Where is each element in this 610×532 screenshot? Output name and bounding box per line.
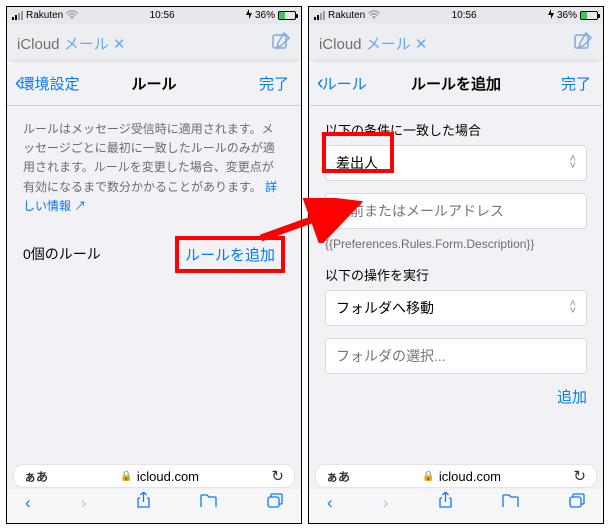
bookmarks-icon[interactable]: [502, 493, 519, 513]
background-app-header: iCloud メール ✕: [7, 24, 301, 62]
back-button[interactable]: ‹ ルール: [317, 72, 367, 95]
wifi-icon: [368, 10, 380, 22]
reload-icon[interactable]: ↻: [573, 467, 586, 485]
lock-icon: 🔒: [120, 471, 132, 482]
carrier-label: Rakuten: [328, 10, 365, 21]
condition-value-input[interactable]: [325, 193, 587, 229]
bg-title-prefix: iCloud: [319, 36, 366, 53]
bg-title-prefix: iCloud: [17, 36, 64, 53]
sheet-title: ルールを追加: [411, 73, 501, 94]
status-time: 10:56: [452, 10, 477, 21]
highlight-box-add-rule: ルールを追加: [175, 236, 285, 273]
rules-description: ルールはメッセージ受信時に適用されます。メッセージごとに最初に一致したルールのみ…: [23, 120, 285, 216]
background-app-header: iCloud メール ✕: [309, 24, 603, 62]
nav-forward-icon: ›: [81, 493, 87, 513]
status-bar: Rakuten 10:56 36%: [7, 7, 301, 24]
action-section-label: 以下の操作を実行: [325, 265, 587, 284]
screenshot-left: Rakuten 10:56 36% iCloud メール ✕ ‹ 環境設定: [6, 6, 302, 524]
battery-icon: [580, 11, 598, 20]
back-button[interactable]: ‹ 環境設定: [15, 72, 80, 95]
tabs-icon[interactable]: [267, 493, 283, 513]
wifi-icon: [66, 10, 78, 22]
nav-back-icon[interactable]: ‹: [25, 493, 31, 513]
back-label: ルール: [322, 73, 367, 94]
compose-icon[interactable]: [271, 31, 291, 56]
reload-icon[interactable]: ↻: [271, 467, 284, 485]
close-icon[interactable]: ✕: [113, 36, 126, 53]
compose-icon[interactable]: [573, 31, 593, 56]
select-arrows-icon: ˄˅: [570, 156, 576, 169]
bg-title-mail: メール: [64, 36, 109, 53]
done-button[interactable]: 完了: [561, 73, 591, 94]
condition-section-label: 以下の条件に一致した場合: [325, 120, 587, 139]
status-time: 10:56: [150, 10, 175, 21]
battery-percent: 36%: [255, 10, 275, 21]
sheet-header: ‹ 環境設定 ルール 完了: [7, 62, 301, 106]
select-arrows-icon: ˄˅: [570, 301, 576, 314]
sheet-body: 以下の条件に一致した場合 差出人 ˄˅ {{Preferences.Rules.…: [309, 106, 603, 490]
battery-percent: 36%: [557, 10, 577, 21]
tabs-icon[interactable]: [569, 493, 585, 513]
text-size-button[interactable]: ぁあ: [326, 468, 350, 485]
signal-icon: [314, 11, 325, 20]
nav-forward-icon: ›: [383, 493, 389, 513]
signal-icon: [12, 11, 23, 20]
sheet-title: ルール: [131, 73, 176, 94]
done-button[interactable]: 完了: [259, 73, 289, 94]
add-button[interactable]: 追加: [557, 389, 587, 406]
url-domain: icloud.com: [137, 469, 199, 484]
url-bar[interactable]: ぁあ 🔒 icloud.com ↻: [315, 464, 597, 488]
sheet-body: ルールはメッセージ受信時に適用されます。メッセージごとに最初に一致したルールのみ…: [7, 106, 301, 490]
charging-icon: [548, 9, 554, 22]
action-type-value: フォルダへ移動: [336, 298, 434, 318]
action-type-select[interactable]: フォルダへ移動 ˄˅: [325, 290, 587, 326]
url-domain: icloud.com: [439, 469, 501, 484]
modal-sheet-add-rule: ‹ ルール ルールを追加 完了 以下の条件に一致した場合 差出人 ˄˅ {{Pr…: [309, 62, 603, 490]
safari-toolbar: ぁあ 🔒icloud.com ↻ ‹ ›: [309, 490, 603, 523]
url-bar[interactable]: ぁあ 🔒 icloud.com ↻: [13, 464, 295, 488]
condition-type-select[interactable]: 差出人 ˄˅: [325, 145, 587, 181]
raw-template-text: {{Preferences.Rules.Form.Description}}: [325, 237, 587, 251]
nav-back-icon[interactable]: ‹: [327, 493, 333, 513]
status-bar: Rakuten 10:56 36%: [309, 7, 603, 24]
screenshot-right: Rakuten 10:56 36% iCloud メール ✕ ‹ ルール: [308, 6, 604, 524]
share-icon[interactable]: [439, 492, 452, 513]
add-rule-link[interactable]: ルールを追加: [185, 247, 275, 264]
modal-sheet-rules: ‹ 環境設定 ルール 完了 ルールはメッセージ受信時に適用されます。メッセージご…: [7, 62, 301, 490]
battery-icon: [278, 11, 296, 20]
bg-title-mail: メール: [366, 36, 411, 53]
safari-toolbar: ぁあ 🔒icloud.com ↻ ‹ ›: [7, 490, 301, 523]
charging-icon: [246, 9, 252, 22]
carrier-label: Rakuten: [26, 10, 63, 21]
sheet-header: ‹ ルール ルールを追加 完了: [309, 62, 603, 106]
close-icon[interactable]: ✕: [415, 36, 428, 53]
text-size-button[interactable]: ぁあ: [24, 468, 48, 485]
rule-count-label: 0個のルール: [23, 244, 101, 264]
condition-type-value: 差出人: [336, 153, 378, 173]
bookmarks-icon[interactable]: [200, 493, 217, 513]
share-icon[interactable]: [137, 492, 150, 513]
back-label: 環境設定: [20, 73, 80, 94]
action-folder-input[interactable]: [325, 338, 587, 374]
lock-icon: 🔒: [422, 471, 434, 482]
